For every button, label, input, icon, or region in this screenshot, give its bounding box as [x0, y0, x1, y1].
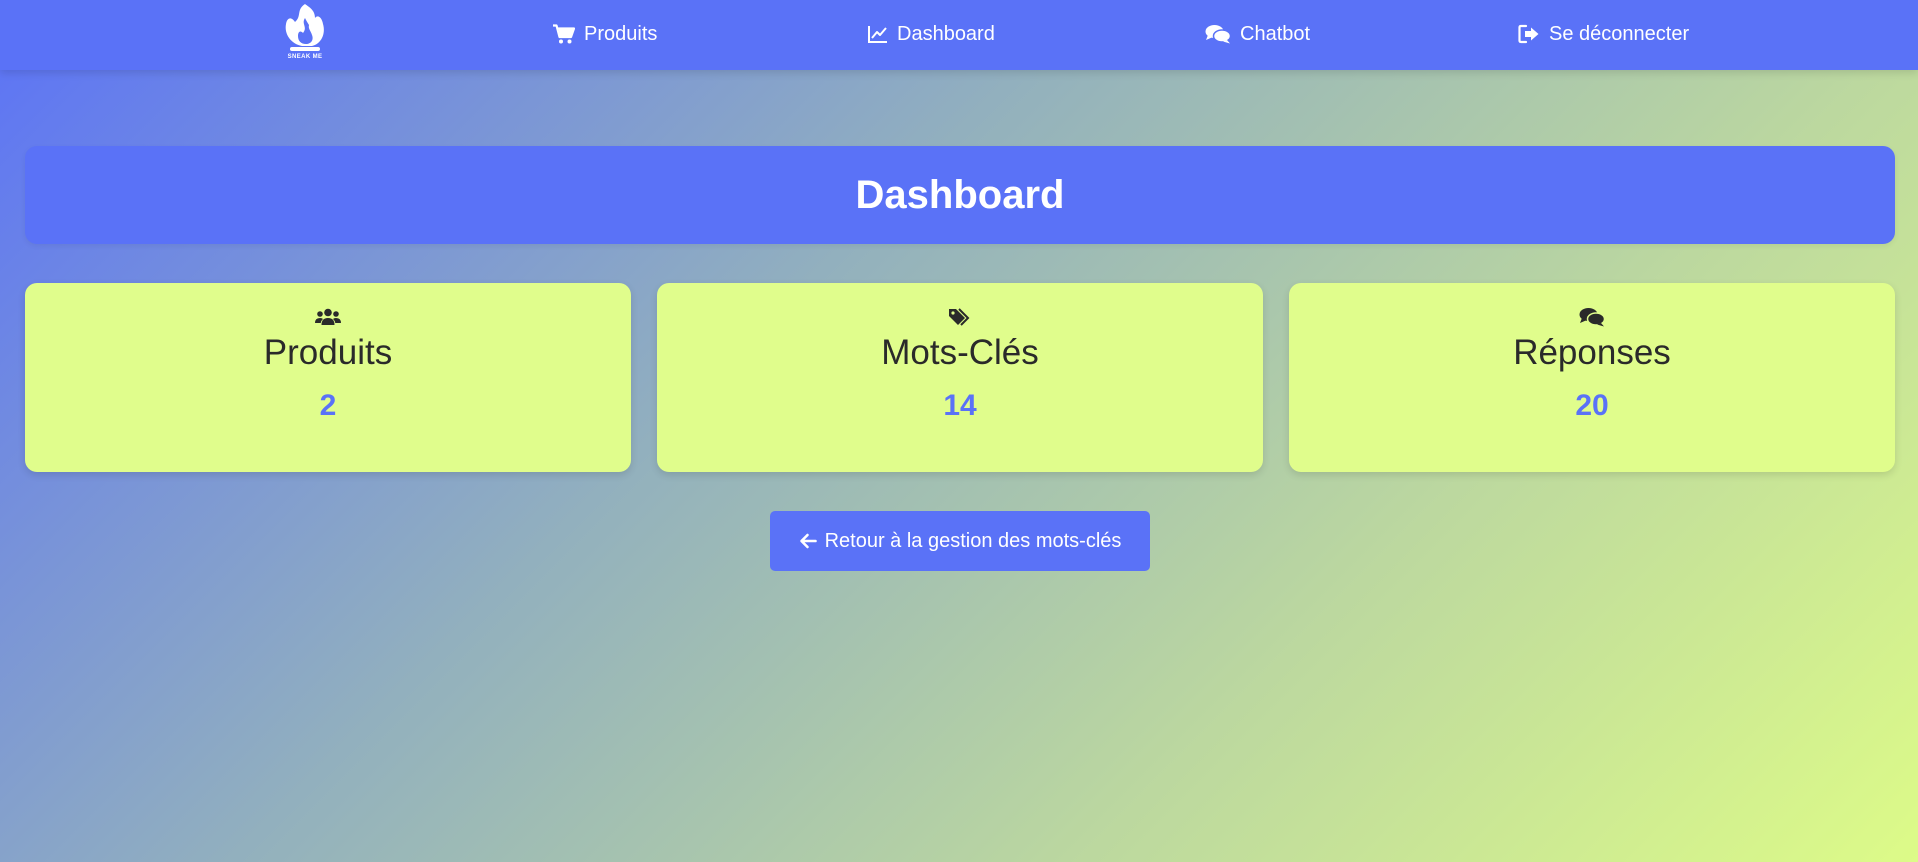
arrow-left-icon	[799, 533, 817, 549]
stat-card-mots-cles: Mots-Clés 14	[657, 283, 1263, 472]
nav-logout[interactable]: Se déconnecter	[1518, 0, 1689, 68]
stat-value-reponses: 20	[1575, 389, 1609, 422]
top-navbar: SNEAK ME Produits Dashboard Chatbot Se d…	[0, 0, 1918, 70]
stat-label-reponses: Réponses	[1513, 333, 1671, 372]
stat-label-produits: Produits	[263, 333, 393, 372]
back-to-keywords-button[interactable]: Retour à la gestion des mots-clés	[770, 511, 1150, 571]
chat-bubbles-icon	[1205, 25, 1231, 44]
stat-value-produits: 2	[319, 389, 337, 422]
nav-dashboard[interactable]: Dashboard	[868, 0, 995, 68]
tags-icon	[948, 305, 972, 329]
stat-card-produits: Produits 2	[25, 283, 631, 472]
chat-bubbles-icon	[1579, 305, 1605, 329]
back-button-label: Retour à la gestion des mots-clés	[824, 529, 1122, 552]
flame-logo-icon	[285, 4, 324, 51]
line-chart-icon	[868, 26, 887, 43]
shopping-cart-icon	[553, 24, 575, 44]
users-icon	[315, 305, 341, 329]
nav-chatbot[interactable]: Chatbot	[1205, 0, 1310, 68]
nav-produits-label: Produits	[584, 22, 658, 45]
nav-dashboard-label: Dashboard	[897, 22, 995, 45]
nav-logout-label: Se déconnecter	[1549, 22, 1690, 45]
stat-card-reponses: Réponses 20	[1289, 283, 1895, 472]
nav-chatbot-label: Chatbot	[1240, 22, 1311, 45]
brand-logo[interactable]: SNEAK ME	[280, 2, 330, 64]
logo-text: SNEAK ME	[287, 54, 323, 60]
stat-value-mots-cles: 14	[943, 389, 977, 422]
page-header: Dashboard	[25, 146, 1895, 244]
page-title: Dashboard	[855, 172, 1065, 217]
sign-out-icon	[1518, 24, 1539, 44]
stat-label-mots-cles: Mots-Clés	[881, 333, 1039, 372]
nav-produits[interactable]: Produits	[553, 0, 657, 68]
